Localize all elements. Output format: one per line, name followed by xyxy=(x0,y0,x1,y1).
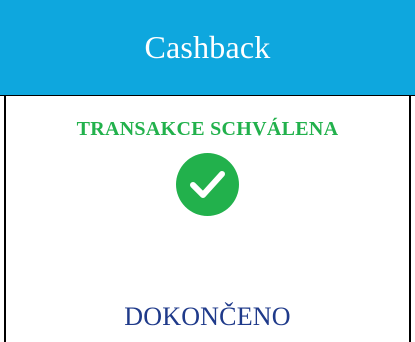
header-bar: Cashback xyxy=(0,0,415,96)
transaction-status-text: TRANSAKCE SCHVÁLENA xyxy=(76,118,339,140)
check-circle-icon xyxy=(176,153,239,216)
checkmark-icon xyxy=(190,171,225,198)
transaction-screen: Cashback TRANSAKCE SCHVÁLENA DOKONČENO xyxy=(0,0,415,342)
header-title: Cashback xyxy=(144,29,271,65)
done-text: DOKONČENO xyxy=(124,302,291,331)
